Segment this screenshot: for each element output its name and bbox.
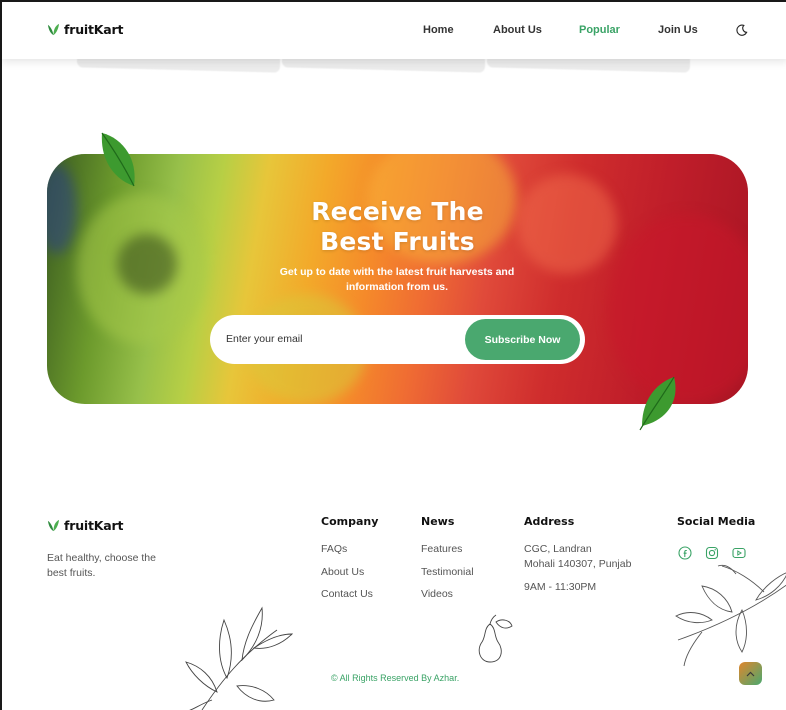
branch-sketch-icon [675, 564, 786, 667]
footer-link-faqs[interactable]: FAQs [321, 543, 347, 555]
copyright-text: © All Rights Reserved By Azhar. [331, 673, 460, 683]
email-input[interactable] [226, 329, 456, 349]
banner-title: Receive The Best Fruits [47, 197, 748, 257]
news-heading: News [421, 515, 455, 528]
footer-link-testimonial[interactable]: Testimonial [421, 566, 474, 578]
branch-sketch-icon [185, 606, 294, 710]
youtube-icon[interactable] [732, 546, 746, 560]
leaf-logo-icon [47, 23, 60, 36]
nav-home[interactable]: Home [423, 24, 454, 36]
footer-tagline: Eat healthy, choose the best fruits. [47, 552, 156, 579]
social-media-heading: Social Media [677, 515, 756, 528]
address-heading: Address [524, 515, 575, 528]
moon-icon[interactable] [735, 24, 748, 37]
opening-hours: 9AM - 11:30PM [524, 581, 597, 593]
leaf-decoration-icon [639, 376, 676, 431]
banner-title-line-2: Best Fruits [320, 227, 475, 256]
footer-brand-name: fruitKart [64, 518, 124, 533]
nav-popular[interactable]: Popular [579, 24, 620, 36]
company-heading: Company [321, 515, 379, 528]
leaf-logo-icon [47, 519, 60, 532]
nav-about-us[interactable]: About Us [493, 24, 542, 36]
leaf-decoration-icon [101, 132, 135, 187]
footer-link-about-us[interactable]: About Us [321, 566, 364, 578]
pear-sketch-icon [478, 614, 513, 663]
nav-join-us[interactable]: Join Us [658, 24, 698, 36]
site-header: fruitKart Home About Us Popular Join Us [2, 2, 786, 59]
instagram-icon[interactable] [705, 546, 719, 560]
header-logo[interactable]: fruitKart [47, 22, 123, 37]
scroll-to-top-button[interactable] [739, 662, 762, 685]
banner-subtitle: Get up to date with the latest fruit har… [279, 266, 515, 293]
facebook-icon[interactable] [678, 546, 692, 560]
subscribe-banner: Receive The Best Fruits Get up to date w… [47, 154, 748, 404]
chevron-up-icon [746, 671, 755, 676]
address-line-1: CGC, Landran [524, 543, 592, 555]
footer-link-videos[interactable]: Videos [421, 588, 453, 600]
brand-name: fruitKart [64, 22, 124, 37]
subscribe-button[interactable]: Subscribe Now [465, 319, 580, 360]
footer-logo[interactable]: fruitKart [47, 518, 123, 533]
footer-link-features[interactable]: Features [421, 543, 462, 555]
subscribe-form: Subscribe Now [210, 315, 585, 364]
address-line-2: Mohali 140307, Punjab [524, 558, 632, 570]
banner-title-line-1: Receive The [311, 197, 484, 226]
footer-link-contact-us[interactable]: Contact Us [321, 588, 373, 600]
